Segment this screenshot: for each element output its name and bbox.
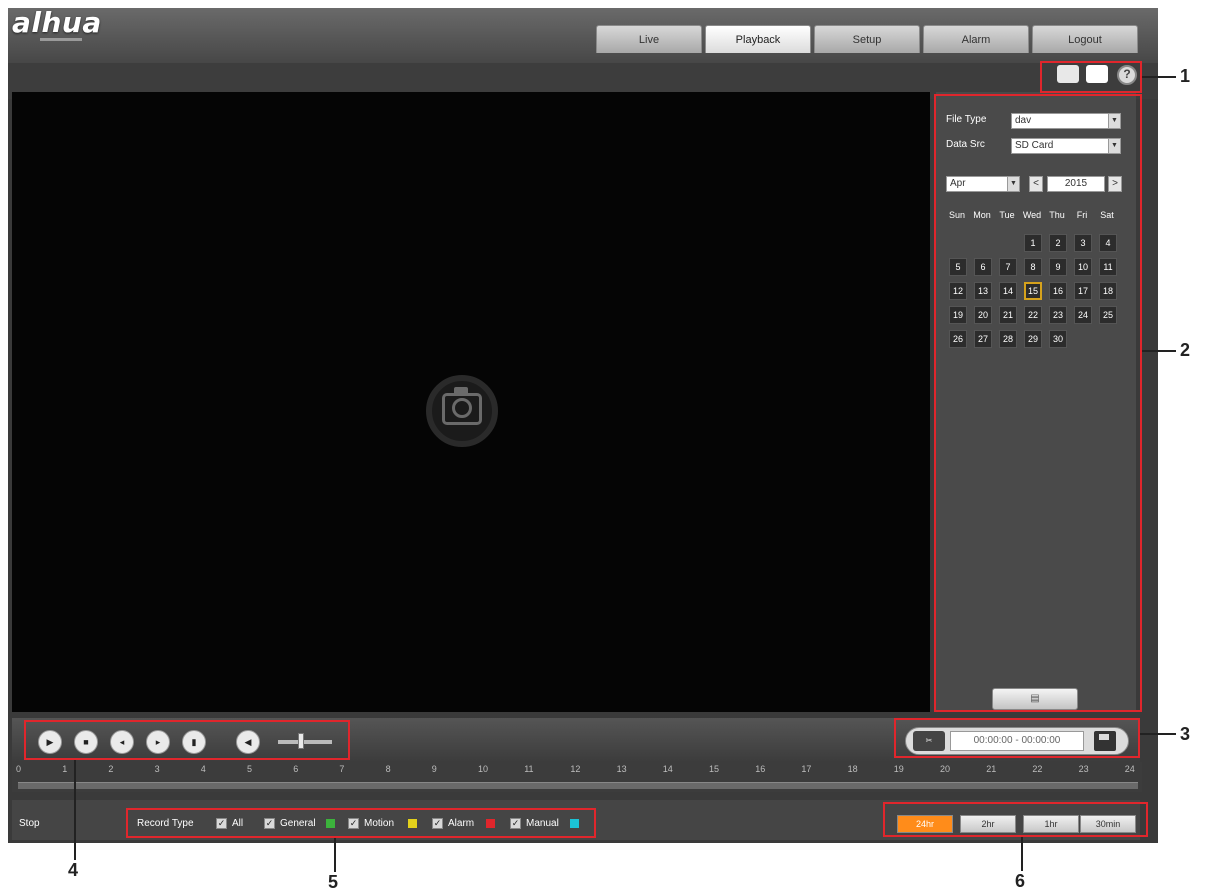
annotation-line-1 [1142,76,1176,78]
annotation-line-6 [1021,837,1023,871]
calendar-day-8[interactable]: 8 [1024,258,1042,276]
timeline-tick-0: 0 [16,764,22,774]
calendar-day-19[interactable]: 19 [949,306,967,324]
annotation-line-5 [334,838,336,872]
timeline-tick-7: 7 [339,764,345,774]
logo-underline [40,38,82,41]
calendar-day-28[interactable]: 28 [999,330,1017,348]
calendar-day-20[interactable]: 20 [974,306,992,324]
timeline-tick-8: 8 [385,764,391,774]
weekday-sat: Sat [1100,210,1114,220]
calendar-day-22[interactable]: 22 [1024,306,1042,324]
annotation-label-6: 6 [1015,871,1026,891]
calendar-day-16[interactable]: 16 [1049,282,1067,300]
annotation-box-3 [894,718,1140,758]
playback-state: Stop [19,818,40,829]
tab-logout[interactable]: Logout [1032,25,1138,53]
calendar-day-3[interactable]: 3 [1074,234,1092,252]
calendar-day-18[interactable]: 18 [1099,282,1117,300]
calendar-day-26[interactable]: 26 [949,330,967,348]
timeline-tick-17: 17 [801,764,812,774]
annotation-box-1 [1040,61,1142,93]
stage: alhua Live Playback Setup Alarm Logout ?… [0,0,1207,895]
calendar-day-15[interactable]: 15 [1024,282,1042,300]
calendar-day-27[interactable]: 27 [974,330,992,348]
timeline-tick-10: 10 [478,764,489,774]
timeline-tick-12: 12 [570,764,581,774]
timeline-tick-23: 23 [1078,764,1089,774]
timeline-tick-21: 21 [986,764,997,774]
timeline-tick-15: 15 [709,764,720,774]
timeline-tick-5: 5 [247,764,253,774]
timeline-tick-1: 1 [62,764,68,774]
weekday-tue: Tue [999,210,1015,220]
timeline-tick-13: 13 [616,764,627,774]
annotation-label-5: 5 [328,872,339,892]
camera-lens [452,398,472,418]
calendar-day-5[interactable]: 5 [949,258,967,276]
timeline-tick-24: 24 [1124,764,1135,774]
calendar-day-29[interactable]: 29 [1024,330,1042,348]
annotation-line-2 [1142,350,1176,352]
calendar-day-10[interactable]: 10 [1074,258,1092,276]
calendar-day-24[interactable]: 24 [1074,306,1092,324]
weekday-sun: Sun [948,210,965,220]
annotation-box-6 [883,802,1148,837]
timeline-tick-4: 4 [200,764,206,774]
weekday-thu: Thu [1049,210,1065,220]
logo: alhua [12,6,102,39]
calendar-day-12[interactable]: 12 [949,282,967,300]
annotation-box-5 [126,808,596,838]
tab-setup[interactable]: Setup [814,25,920,53]
annotation-label-4: 4 [68,860,79,880]
timeline-tick-3: 3 [154,764,160,774]
calendar-day-6[interactable]: 6 [974,258,992,276]
timeline-track[interactable] [18,782,1138,789]
timeline-tick-6: 6 [293,764,299,774]
calendar-day-30[interactable]: 30 [1049,330,1067,348]
calendar-day-14[interactable]: 14 [999,282,1017,300]
tab-live[interactable]: Live [596,25,702,53]
calendar-day-21[interactable]: 21 [999,306,1017,324]
timeline-tick-11: 11 [524,764,534,774]
tab-playback[interactable]: Playback [705,25,811,53]
timeline-tick-19: 19 [893,764,904,774]
annotation-box-2 [934,94,1142,712]
calendar-day-1[interactable]: 1 [1024,234,1042,252]
timeline-tick-20: 20 [940,764,951,774]
timeline-tick-9: 9 [431,764,437,774]
calendar-day-25[interactable]: 25 [1099,306,1117,324]
calendar-day-2[interactable]: 2 [1049,234,1067,252]
calendar-day-11[interactable]: 11 [1099,258,1117,276]
calendar-day-9[interactable]: 9 [1049,258,1067,276]
annotation-label-1: 1 [1180,66,1191,86]
calendar-day-4[interactable]: 4 [1099,234,1117,252]
annotation-label-2: 2 [1180,340,1191,360]
calendar-day-13[interactable]: 13 [974,282,992,300]
annotation-label-3: 3 [1180,724,1191,744]
calendar-day-7[interactable]: 7 [999,258,1017,276]
weekday-fri: Fri [1076,210,1088,220]
tab-alarm[interactable]: Alarm [923,25,1029,53]
calendar-day-17[interactable]: 17 [1074,282,1092,300]
timeline-tick-14: 14 [662,764,673,774]
weekday-wed: Wed [1022,210,1042,220]
timeline-tick-18: 18 [847,764,858,774]
timeline-tick-22: 22 [1032,764,1043,774]
weekday-mon: Mon [973,210,991,220]
annotation-line-3 [1140,733,1176,735]
timeline-tick-16: 16 [755,764,766,774]
calendar-day-23[interactable]: 23 [1049,306,1067,324]
annotation-line-4 [74,760,76,860]
timeline-tick-2: 2 [108,764,114,774]
annotation-box-4 [24,720,350,760]
